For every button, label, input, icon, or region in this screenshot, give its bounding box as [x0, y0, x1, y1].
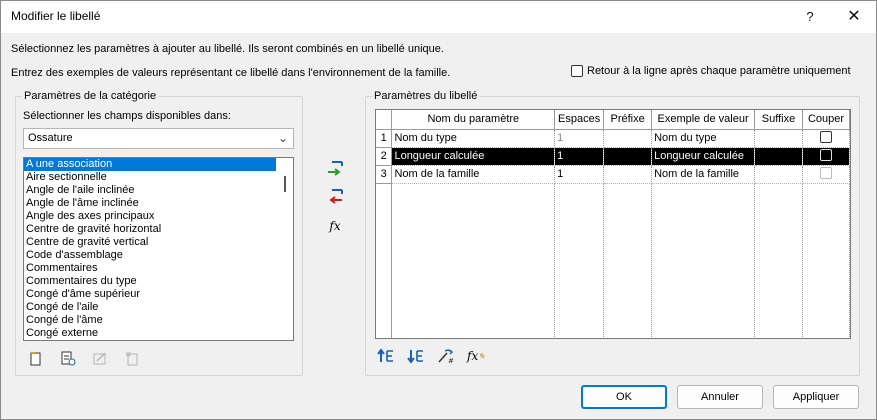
wrap-checkbox[interactable]: [571, 65, 583, 77]
label-group-label: Paramètres du libellé: [372, 90, 480, 102]
help-button[interactable]: ?: [793, 5, 827, 29]
source-dropdown-value: Ossature: [28, 132, 73, 144]
list-item[interactable]: Congé de l'aile: [24, 301, 276, 314]
category-group-label: Paramètres de la catégorie: [22, 90, 159, 102]
list-item[interactable]: A une association: [24, 158, 276, 171]
new-parameter-icon[interactable]: [27, 349, 45, 367]
cell-spaces[interactable]: 1: [554, 147, 605, 166]
col-header-break[interactable]: Couper: [802, 110, 850, 130]
col-header-example[interactable]: Exemple de valeur: [651, 110, 756, 130]
cell-prefix[interactable]: [603, 129, 653, 148]
delete-parameter-icon: [123, 349, 141, 367]
wrap-checkbox-row[interactable]: Retour à la ligne après chaque paramètre…: [571, 65, 851, 77]
available-fields-list[interactable]: A une association Aire sectionnelle Angl…: [23, 157, 294, 341]
col-header-param-name[interactable]: Nom du paramètre: [391, 110, 556, 130]
list-item[interactable]: Commentaires: [24, 262, 276, 275]
source-dropdown[interactable]: Ossature ⌄: [23, 128, 294, 149]
row-number[interactable]: 3: [376, 165, 393, 184]
cell-param-name[interactable]: Longueur calculée: [391, 147, 556, 166]
cell-prefix[interactable]: [603, 165, 653, 184]
close-button[interactable]: ✕: [837, 5, 871, 29]
scrollbar-thumb[interactable]: [284, 176, 286, 192]
table-row[interactable]: 3 Nom de la famille 1 Nom de la famille: [376, 165, 850, 184]
fx-button[interactable]: 𝑓𝑥: [324, 215, 346, 237]
table-row[interactable]: 2 Longueur calculée 1 Longueur calculée: [376, 147, 850, 166]
chevron-down-icon: ⌄: [277, 131, 288, 145]
fx-icon: 𝑓𝑥: [329, 219, 341, 233]
title-bar: Modifier le libellé ? ✕: [1, 1, 876, 33]
edit-parameter-icon[interactable]: [59, 349, 77, 367]
list-item[interactable]: Code d'assemblage: [24, 249, 276, 262]
remove-parameter-button[interactable]: [324, 185, 346, 207]
edit-label-dialog: Modifier le libellé ? ✕ Sélectionnez les…: [0, 0, 877, 420]
list-item[interactable]: Angle des axes principaux: [24, 210, 276, 223]
cell-suffix[interactable]: [754, 165, 803, 184]
move-up-icon[interactable]: [377, 347, 395, 365]
cancel-button[interactable]: Annuler: [677, 385, 763, 409]
grid-empty-area: [376, 183, 850, 338]
ok-button[interactable]: OK: [581, 385, 667, 409]
row-number[interactable]: 2: [376, 147, 393, 166]
list-item[interactable]: Commentaires du type: [24, 275, 276, 288]
svg-text:#: #: [448, 357, 454, 364]
add-parameter-icon: [328, 161, 343, 176]
list-item[interactable]: Congé externe: [24, 327, 276, 340]
edit-disabled-icon: [91, 349, 109, 367]
move-down-icon[interactable]: [407, 347, 425, 365]
table-row[interactable]: 1 Nom du type 1 Nom du type: [376, 129, 850, 148]
list-item[interactable]: Centre de gravité vertical: [24, 236, 276, 249]
cell-spaces[interactable]: 1: [554, 129, 605, 148]
apply-button[interactable]: Appliquer: [773, 385, 859, 409]
list-scrollbar[interactable]: [277, 158, 293, 340]
cell-example[interactable]: Nom du type: [651, 129, 756, 148]
cell-suffix[interactable]: [754, 129, 803, 148]
cell-param-name[interactable]: Nom de la famille: [391, 165, 556, 184]
wrap-checkbox-label: Retour à la ligne après chaque paramètre…: [587, 65, 851, 77]
list-item[interactable]: Angle de l'aile inclinée: [24, 184, 276, 197]
cell-suffix[interactable]: [754, 147, 803, 166]
cell-param-name[interactable]: Nom du type: [391, 129, 556, 148]
select-source-label: Sélectionner les champs disponibles dans…: [23, 110, 231, 122]
col-header-spaces[interactable]: Espaces: [554, 110, 605, 130]
format-icon[interactable]: #: [437, 347, 455, 365]
list-item[interactable]: Aire sectionnelle: [24, 171, 276, 184]
break-checkbox[interactable]: [819, 148, 832, 161]
cell-break[interactable]: [802, 147, 850, 166]
remove-parameter-icon: [329, 189, 343, 204]
col-header-suffix[interactable]: Suffixe: [754, 110, 803, 130]
col-header-prefix[interactable]: Préfixe: [603, 110, 653, 130]
list-item[interactable]: Congé d'âme supérieur: [24, 288, 276, 301]
list-item[interactable]: Centre de gravité horizontal: [24, 223, 276, 236]
cell-break[interactable]: [802, 129, 850, 148]
cell-break: [802, 165, 850, 184]
label-toolbar: # 𝑓𝑥 ✎: [377, 347, 485, 365]
col-header-num: [376, 110, 393, 130]
cell-prefix[interactable]: [603, 147, 653, 166]
add-parameter-button[interactable]: [324, 157, 346, 179]
instruction-line-1: Sélectionnez les paramètres à ajouter au…: [11, 43, 444, 55]
cell-example[interactable]: Nom de la famille: [651, 165, 756, 184]
dialog-title: Modifier le libellé: [11, 9, 101, 23]
fx-edit-icon[interactable]: 𝑓𝑥 ✎: [467, 347, 485, 365]
cell-spaces[interactable]: 1: [554, 165, 605, 184]
label-params-grid[interactable]: Nom du paramètre Espaces Préfixe Exemple…: [375, 109, 851, 339]
row-number[interactable]: 1: [376, 129, 393, 148]
cell-example[interactable]: Longueur calculée: [651, 147, 756, 166]
break-checkbox[interactable]: [819, 130, 832, 143]
grid-header-row: Nom du paramètre Espaces Préfixe Exemple…: [376, 110, 850, 130]
list-item[interactable]: Angle de l'âme inclinée: [24, 197, 276, 210]
list-item[interactable]: Congé de l'âme: [24, 314, 276, 327]
category-toolbar: [27, 349, 141, 367]
break-checkbox-disabled: [819, 166, 832, 179]
instruction-line-2: Entrez des exemples de valeurs représent…: [11, 67, 451, 79]
